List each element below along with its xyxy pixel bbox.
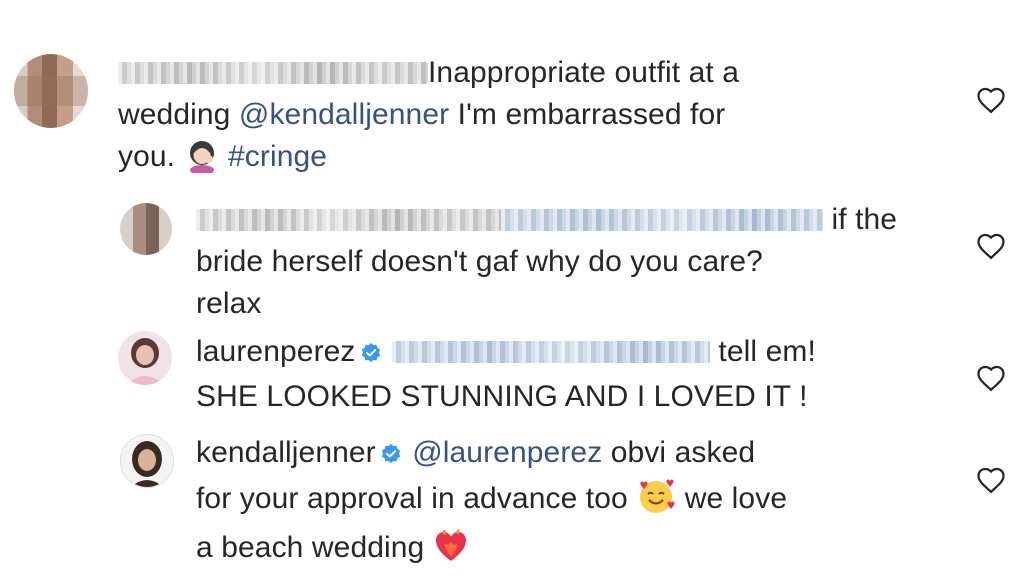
mention-link[interactable]: @kendalljenner: [239, 98, 449, 131]
avatar[interactable]: [118, 331, 172, 385]
avatar[interactable]: [14, 54, 88, 128]
redacted-username: [118, 62, 428, 84]
comment-body: SHE LOOKED STUNNING AND I LOVED IT !: [196, 380, 808, 413]
comment-body: we love: [684, 482, 788, 515]
avatar[interactable]: [120, 203, 172, 255]
avatar[interactable]: [120, 434, 174, 488]
heart-on-fire-emoji: [433, 528, 469, 576]
smiling-face-with-hearts-emoji: [636, 477, 676, 527]
redacted-mention: [391, 341, 710, 363]
redacted-username: [196, 209, 501, 231]
comment-text: laurenperez tell em! SHE LOOKED STUNNING…: [196, 331, 816, 418]
facepalm-woman-emoji: [184, 139, 220, 185]
comment-text: kendalljenner @laurenperez obvi asked fo…: [196, 432, 787, 576]
verified-badge-icon: [360, 334, 382, 376]
like-heart-icon[interactable]: [976, 232, 1006, 265]
comment-body: Inappropriate outfit at a: [428, 56, 740, 89]
comment-body: tell em!: [718, 335, 816, 368]
comment-body: obvi asked: [610, 436, 756, 469]
comment-body: if the: [831, 203, 898, 236]
comment-body: a beach wedding: [196, 531, 425, 564]
comment-body: wedding: [118, 98, 231, 131]
comment-body: you.: [118, 140, 176, 173]
redacted-mention: [501, 209, 823, 231]
comment-body: for your approval in advance too: [196, 482, 628, 515]
like-heart-icon[interactable]: [976, 86, 1006, 119]
verified-badge-icon: [380, 435, 402, 477]
like-heart-icon[interactable]: [976, 466, 1006, 499]
username-link[interactable]: laurenperez: [196, 335, 356, 368]
comment-body: relax: [196, 287, 262, 320]
comment-body: I'm embarrassed for: [457, 98, 726, 131]
comment-text: if the bride herself doesn't gaf why do …: [196, 199, 897, 325]
hashtag-link[interactable]: #cringe: [228, 140, 327, 173]
like-heart-icon[interactable]: [976, 364, 1006, 397]
mention-link[interactable]: @laurenperez: [412, 436, 602, 469]
comment-body: bride herself doesn't gaf why do you car…: [196, 245, 763, 278]
comment-text: Inappropriate outfit at a wedding @kenda…: [118, 52, 739, 185]
username-link[interactable]: kendalljenner: [196, 436, 376, 469]
